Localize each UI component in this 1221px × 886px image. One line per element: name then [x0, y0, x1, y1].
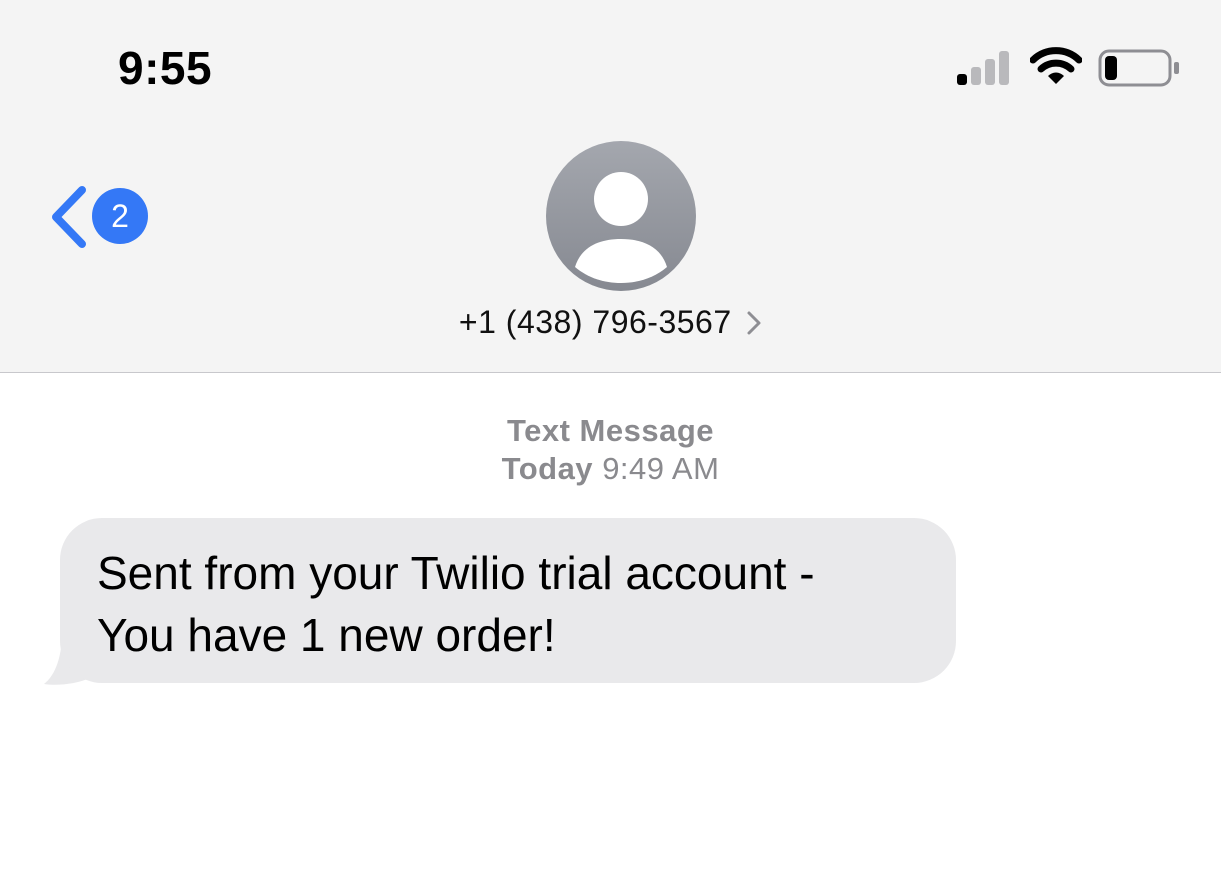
message-timestamp-header: Text Message Today 9:49 AM — [0, 412, 1221, 488]
back-button[interactable]: 2 — [44, 182, 154, 252]
contact-name: +1 (438) 796-3567 — [458, 304, 732, 340]
person-icon — [575, 172, 667, 283]
battery-icon — [1098, 49, 1179, 87]
cellular-signal-icon — [957, 51, 1009, 85]
incoming-message-bubble[interactable]: Sent from your Twilio trial account - Yo… — [60, 518, 956, 683]
message-text-line: Sent from your Twilio trial account - — [97, 547, 815, 599]
message-text-line: You have 1 new order! — [97, 609, 556, 661]
message-type-label: Text Message — [506, 413, 714, 448]
status-time: 9:55 — [118, 42, 213, 94]
wifi-icon — [1030, 47, 1082, 84]
contact-details-button[interactable]: +1 (438) 796-3567 — [0, 304, 1221, 341]
message-date: Today 9:49 AM — [0, 450, 1221, 488]
unread-count-badge: 2 — [92, 188, 148, 244]
message-time: 9:49 AM — [602, 451, 720, 486]
contact-avatar[interactable] — [546, 141, 696, 291]
conversation-header: 9:55 2 +1 (438) 796-3567 — [0, 0, 1221, 373]
chevron-right-icon — [747, 311, 761, 334]
message-day: Today — [501, 451, 594, 486]
chevron-left-icon — [52, 186, 86, 248]
